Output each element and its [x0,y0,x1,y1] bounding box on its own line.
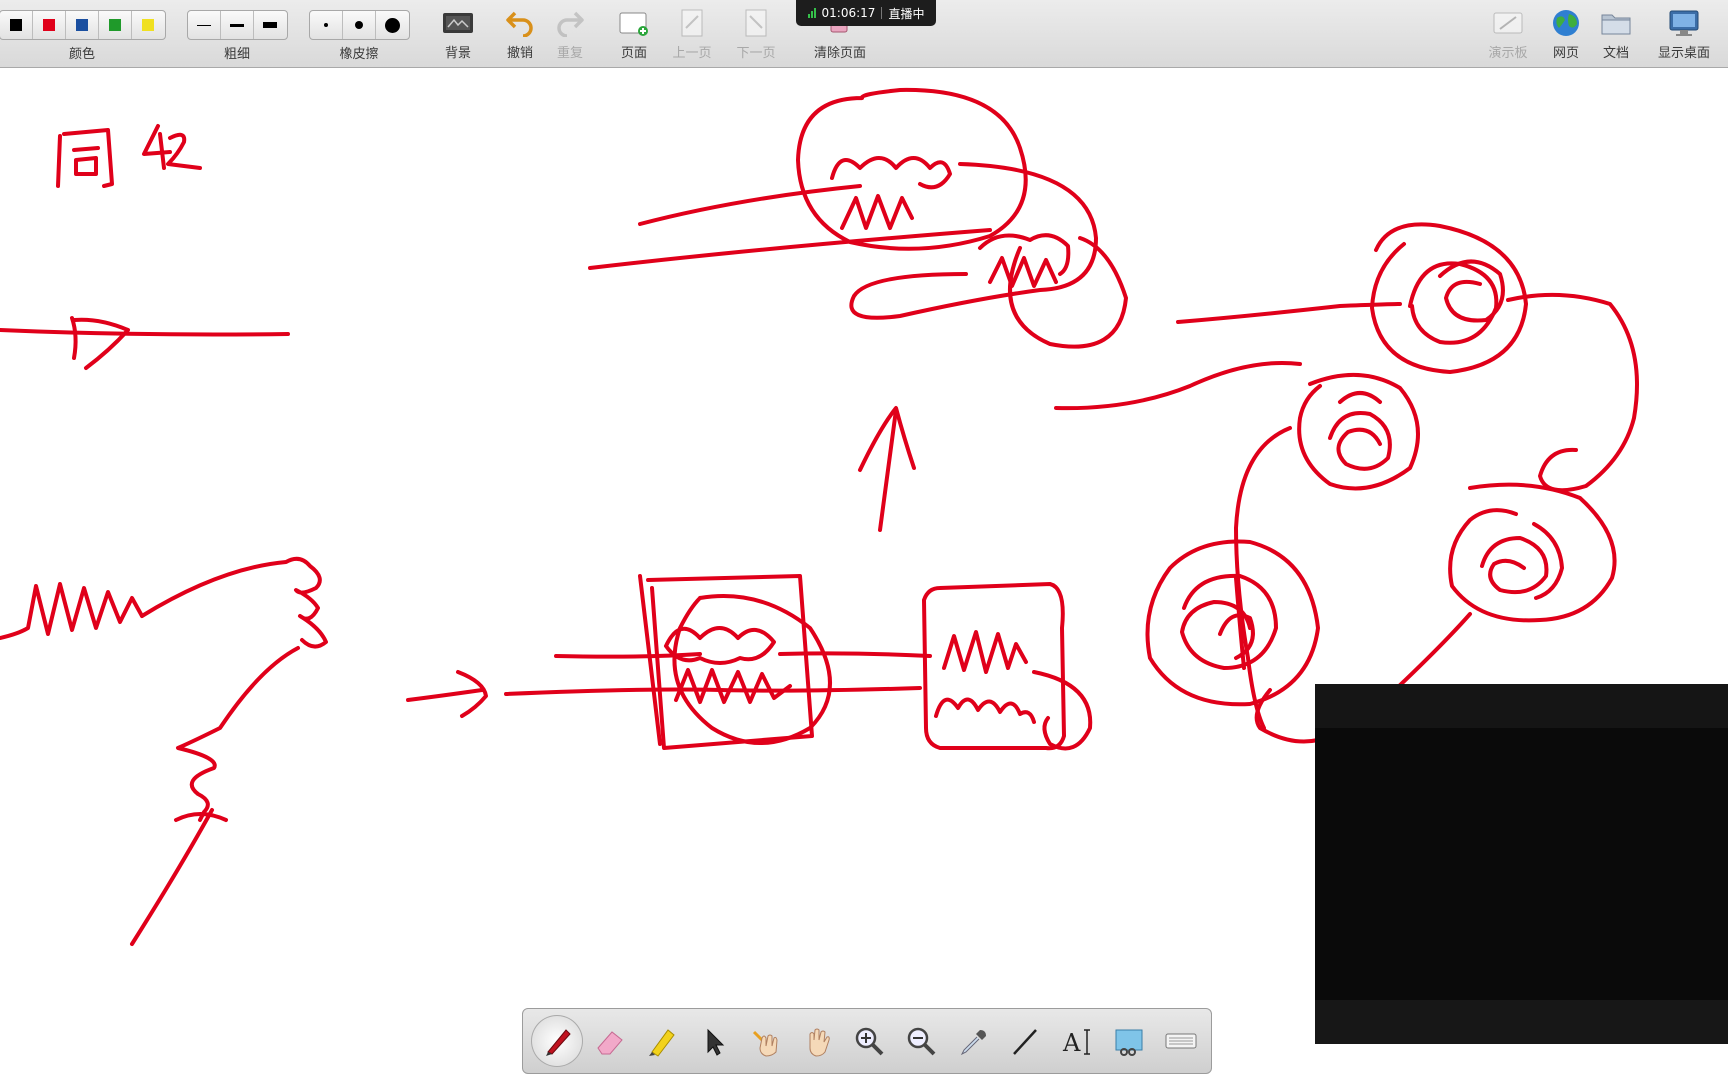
top-toolbar: 颜色 粗细 橡皮擦 背景 撤销 重复 页面 上一页 下一页 清除页面 01:06… [0,0,1728,68]
signal-icon [807,8,816,18]
video-footer-bar [1315,1000,1728,1044]
zoom-out-tool-button[interactable] [895,1015,947,1067]
thickness-group: 粗细 [186,0,288,68]
color-green-button[interactable] [99,11,132,39]
thickness-thick-button[interactable] [254,11,287,39]
redo-button[interactable]: 重复 [540,0,600,68]
demo-board-label: 演示板 [1488,46,1528,61]
highlighter-icon [649,1029,675,1057]
page-label: 页面 [620,46,647,61]
pointer-tool-button[interactable] [687,1015,739,1067]
live-divider [881,7,883,19]
color-swatches [0,10,166,40]
eraser-label: 橡皮擦 [339,47,379,62]
laser-hand-tool-button[interactable] [739,1015,791,1067]
demo-board-button[interactable]: 演示板 [1478,0,1538,68]
redo-label: 重复 [556,46,583,61]
next-page-button[interactable]: 下一页 [726,0,786,68]
undo-label: 撤销 [506,46,533,61]
keyboard-tool-button[interactable] [1155,1015,1207,1067]
thickness-thin-button[interactable] [188,11,221,39]
line-icon [1013,1029,1037,1055]
live-timer: 01:06:17 [821,6,876,20]
background-label: 背景 [444,46,471,61]
prev-page-icon [675,8,709,38]
thickness-options [186,10,288,40]
globe-icon [1549,8,1583,38]
eyedropper-tool-button[interactable] [947,1015,999,1067]
highlighter-tool-button[interactable] [635,1015,687,1067]
live-status-text: 直播中 [888,6,925,21]
bottom-box-sketch [504,574,1093,751]
background-icon [441,8,475,38]
eyedropper-icon [960,1030,986,1056]
pen-tool-button[interactable] [531,1015,583,1067]
redo-icon [553,8,587,38]
prev-page-label: 上一页 [672,46,712,61]
eraser-group: 橡皮擦 [308,0,410,68]
thickness-label: 粗细 [223,47,250,62]
color-red-button[interactable] [33,11,66,39]
pointer-icon [707,1028,725,1056]
color-yellow-button[interactable] [132,11,165,39]
line-tool-button[interactable] [999,1015,1051,1067]
zoom-in-tool-button[interactable] [843,1015,895,1067]
laser-hand-icon [752,1030,778,1057]
live-status-badge: 01:06:17 直播中 [796,0,936,26]
desktop-label: 显示桌面 [1657,46,1710,61]
pan-hand-tool-button[interactable] [791,1015,843,1067]
web-label: 网页 [1552,46,1579,61]
pen-icon [546,1029,571,1056]
video-header-bar [1315,684,1728,728]
eraser-large-button[interactable] [376,11,409,39]
thickness-medium-button[interactable] [221,11,254,39]
eraser-tool-button[interactable] [583,1015,635,1067]
small-arrow [406,670,488,718]
zoom-out-icon [907,1027,936,1056]
svg-text:A: A [1062,1029,1081,1057]
arrow-line-left [0,316,290,370]
up-arrow [858,406,916,532]
next-page-label: 下一页 [736,46,776,61]
new-page-icon [617,8,651,38]
hand-icon [809,1028,830,1057]
text-tool-button[interactable]: A [1051,1015,1103,1067]
right-scribble-chain [1054,222,1639,744]
eraser-icon [597,1031,623,1055]
screenshot-icon [1115,1029,1143,1056]
undo-icon [503,8,537,38]
color-label: 颜色 [68,47,95,62]
docs-button[interactable]: 文档 [1586,0,1646,68]
monitor-icon [1667,8,1701,38]
background-button[interactable]: 背景 [428,0,488,68]
eraser-small-button[interactable] [310,11,343,39]
prev-page-button[interactable]: 上一页 [662,0,722,68]
eraser-medium-button[interactable] [343,11,376,39]
page-button[interactable]: 页面 [604,0,664,68]
show-desktop-button[interactable]: 显示桌面 [1652,0,1716,68]
eraser-sizes [308,10,410,40]
keyboard-icon [1165,1033,1197,1049]
next-page-icon [739,8,773,38]
zoom-in-icon [855,1027,884,1056]
color-blue-button[interactable] [66,11,99,39]
handwritten-text [56,124,202,188]
demo-board-icon [1491,8,1525,38]
color-group: 颜色 [0,0,166,68]
clear-page-label: 清除页面 [813,46,866,61]
coil-sketch-left [0,556,328,946]
color-black-button[interactable] [0,11,33,39]
folder-icon [1599,8,1633,38]
drawing-tool-palette: A [522,1008,1212,1074]
text-icon: A [1062,1029,1090,1057]
camera-video-panel[interactable] [1315,684,1728,1044]
top-cluster-sketch [588,87,1128,349]
screenshot-tool-button[interactable] [1103,1015,1155,1067]
docs-label: 文档 [1602,46,1629,61]
